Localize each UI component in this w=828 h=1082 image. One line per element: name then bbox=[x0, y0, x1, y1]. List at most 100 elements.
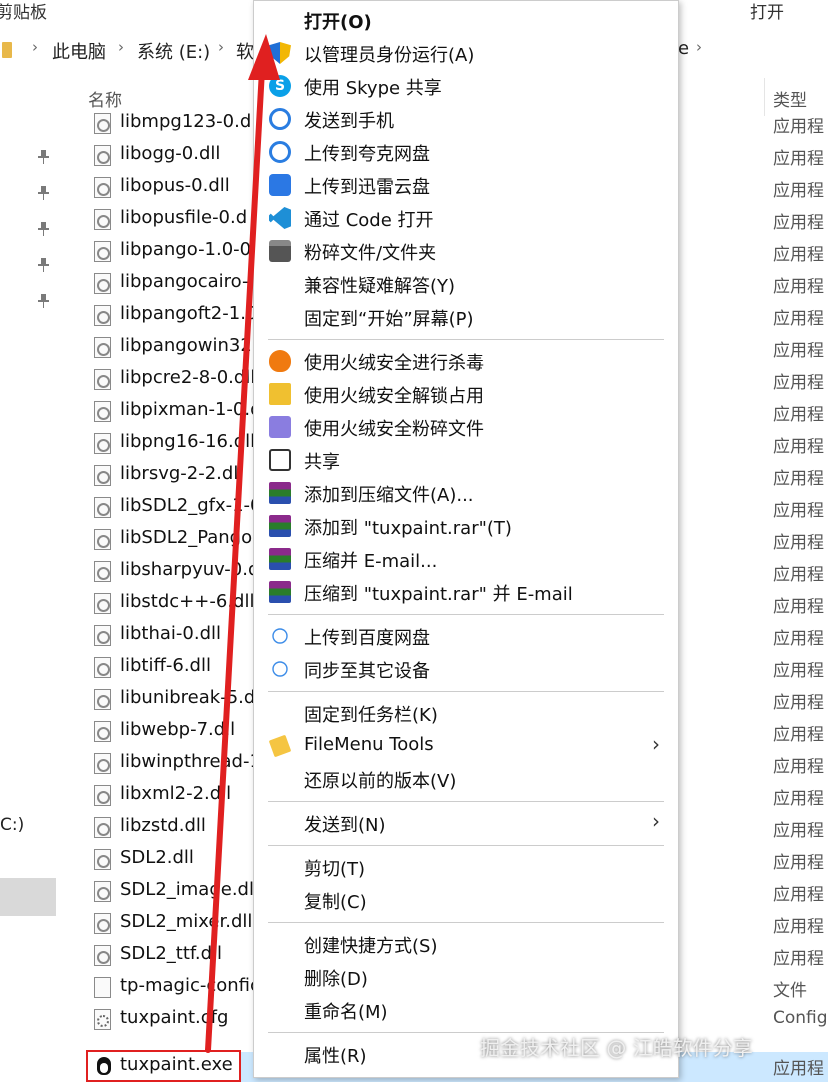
dll-file-icon bbox=[94, 273, 111, 294]
file-name: libpixman-1-0.d bbox=[120, 399, 262, 420]
file-name: SDL2_mixer.dll bbox=[120, 911, 253, 932]
file-name: SDL2.dll bbox=[120, 847, 194, 868]
clipboard-group-label: 剪贴板 bbox=[0, 3, 47, 23]
file-type: 应用程 bbox=[773, 757, 824, 777]
nav-item-selected[interactable] bbox=[0, 878, 56, 916]
dll-file-icon bbox=[94, 433, 111, 454]
file-type: 文件 bbox=[773, 981, 807, 1001]
menu-item[interactable]: 上传到夸克网盘 bbox=[254, 135, 678, 168]
menu-item[interactable]: 通过 Code 打开 bbox=[254, 201, 678, 234]
menu-item-label: 固定到任务栏(K) bbox=[304, 705, 438, 726]
file-name: librsvg-2-2.dll bbox=[120, 463, 244, 484]
menu-item[interactable]: 复制(C) bbox=[254, 883, 678, 916]
menu-item[interactable]: S 使用 Skype 共享 bbox=[254, 69, 678, 102]
file-name: libunibreak-5.dl bbox=[120, 687, 261, 708]
column-header-type[interactable]: 类型 bbox=[773, 86, 807, 111]
winrar-icon bbox=[269, 482, 291, 504]
menu-item[interactable]: 打开(O) bbox=[254, 3, 678, 36]
menu-item-label: 添加到 "tuxpaint.rar"(T) bbox=[304, 518, 512, 539]
vscode-icon bbox=[269, 207, 291, 229]
menu-item[interactable]: 添加到压缩文件(A)... bbox=[254, 476, 678, 509]
file-name: tp-magic-confic bbox=[120, 975, 260, 996]
dll-file-icon bbox=[94, 113, 111, 134]
menu-item-label: 添加到压缩文件(A)... bbox=[304, 485, 474, 506]
menu-item[interactable]: 重命名(M) bbox=[254, 993, 678, 1026]
pin-icon[interactable] bbox=[37, 222, 49, 236]
file-name: libpango-1.0-0 bbox=[120, 239, 252, 260]
file-type: 应用程 bbox=[773, 661, 824, 681]
menu-item[interactable]: 上传到百度网盘 bbox=[254, 619, 678, 652]
file-type: 应用程 bbox=[773, 853, 824, 873]
menu-item[interactable]: 使用火绒安全粉碎文件 bbox=[254, 410, 678, 443]
menu-item[interactable]: 上传到迅雷云盘 bbox=[254, 168, 678, 201]
menu-item[interactable]: 固定到任务栏(K) bbox=[254, 696, 678, 729]
pin-icon[interactable] bbox=[37, 186, 49, 200]
chevron-right-icon: › bbox=[32, 38, 38, 56]
file-type: 应用程 bbox=[773, 917, 824, 937]
menu-item[interactable]: 共享 bbox=[254, 443, 678, 476]
menu-item[interactable]: FileMenu Tools › bbox=[254, 729, 678, 762]
dll-file-icon bbox=[94, 529, 111, 550]
file-name: libpangoft2-1.0 bbox=[120, 303, 258, 324]
file-type: 应用程 bbox=[773, 469, 824, 489]
menu-item[interactable]: 发送到手机 bbox=[254, 102, 678, 135]
menu-item-label: 重命名(M) bbox=[304, 1002, 388, 1023]
dll-file-icon bbox=[94, 177, 111, 198]
file-type: 应用程 bbox=[773, 1059, 824, 1079]
file-name: libpangocairo- bbox=[120, 271, 249, 292]
menu-item[interactable]: 粉碎文件/文件夹 bbox=[254, 234, 678, 267]
pin-icon[interactable] bbox=[37, 150, 49, 164]
menu-item[interactable]: 添加到 "tuxpaint.rar"(T) bbox=[254, 509, 678, 542]
file-name: libpng16-16.dll bbox=[120, 431, 256, 452]
menu-separator bbox=[268, 801, 664, 802]
breadcrumb-folder[interactable]: 软 bbox=[236, 38, 254, 64]
dll-file-icon bbox=[94, 881, 111, 902]
menu-item-label: 粉碎文件/文件夹 bbox=[304, 243, 437, 264]
file-row-selected[interactable]: tuxpaint.exe bbox=[86, 1050, 241, 1082]
menu-item[interactable]: 压缩并 E-mail... bbox=[254, 542, 678, 575]
menu-item[interactable]: 删除(D) bbox=[254, 960, 678, 993]
menu-item[interactable]: 以管理员身份运行(A) bbox=[254, 36, 678, 69]
menu-separator bbox=[268, 614, 664, 615]
menu-item-label: 同步至其它设备 bbox=[304, 661, 430, 682]
dll-file-icon bbox=[94, 689, 111, 710]
menu-item[interactable]: 兼容性疑难解答(Y) bbox=[254, 267, 678, 300]
file-name: libopus-0.dll bbox=[120, 175, 230, 196]
winrar-icon bbox=[269, 581, 291, 603]
baidu-sync-icon bbox=[272, 661, 288, 677]
menu-item[interactable]: 使用火绒安全进行杀毒 bbox=[254, 344, 678, 377]
file-type: 应用程 bbox=[773, 693, 824, 713]
breadcrumb-drive-e[interactable]: 系统 (E:) bbox=[137, 38, 210, 64]
dll-file-icon bbox=[94, 241, 111, 262]
file-type: 应用程 bbox=[773, 821, 824, 841]
menu-item-label: 固定到“开始”屏幕(P) bbox=[304, 309, 474, 330]
dll-file-icon bbox=[94, 497, 111, 518]
file-name: libtiff-6.dll bbox=[120, 655, 211, 676]
dll-file-icon bbox=[94, 817, 111, 838]
menu-item[interactable]: 创建快捷方式(S) bbox=[254, 927, 678, 960]
breadcrumb-tail[interactable]: e bbox=[678, 38, 689, 59]
nav-item-drive-c[interactable]: C:) bbox=[0, 815, 24, 835]
menu-item[interactable]: 剪切(T) bbox=[254, 850, 678, 883]
huorong-fire-icon bbox=[269, 350, 291, 372]
column-divider[interactable] bbox=[764, 78, 765, 116]
menu-item-label: 使用火绒安全解锁占用 bbox=[304, 386, 484, 407]
menu-item[interactable]: 使用火绒安全解锁占用 bbox=[254, 377, 678, 410]
menu-item[interactable]: 发送到(N) › bbox=[254, 806, 678, 839]
menu-item-label: 上传到百度网盘 bbox=[304, 628, 430, 649]
chevron-right-icon: › bbox=[696, 38, 702, 56]
file-type: 应用程 bbox=[773, 309, 824, 329]
pin-icon[interactable] bbox=[37, 258, 49, 272]
menu-item-label: 压缩到 "tuxpaint.rar" 并 E-mail bbox=[304, 584, 573, 605]
file-type: 应用程 bbox=[773, 533, 824, 553]
dll-file-icon bbox=[94, 369, 111, 390]
pin-icon[interactable] bbox=[37, 294, 49, 308]
file-type: 应用程 bbox=[773, 213, 824, 233]
menu-item[interactable]: 同步至其它设备 bbox=[254, 652, 678, 685]
dll-file-icon bbox=[94, 625, 111, 646]
breadcrumb-this-pc[interactable]: 此电脑 bbox=[52, 38, 106, 64]
menu-item[interactable]: 固定到“开始”屏幕(P) bbox=[254, 300, 678, 333]
menu-item[interactable]: 压缩到 "tuxpaint.rar" 并 E-mail bbox=[254, 575, 678, 608]
menu-item[interactable]: 还原以前的版本(V) bbox=[254, 762, 678, 795]
file-icon bbox=[94, 977, 111, 998]
